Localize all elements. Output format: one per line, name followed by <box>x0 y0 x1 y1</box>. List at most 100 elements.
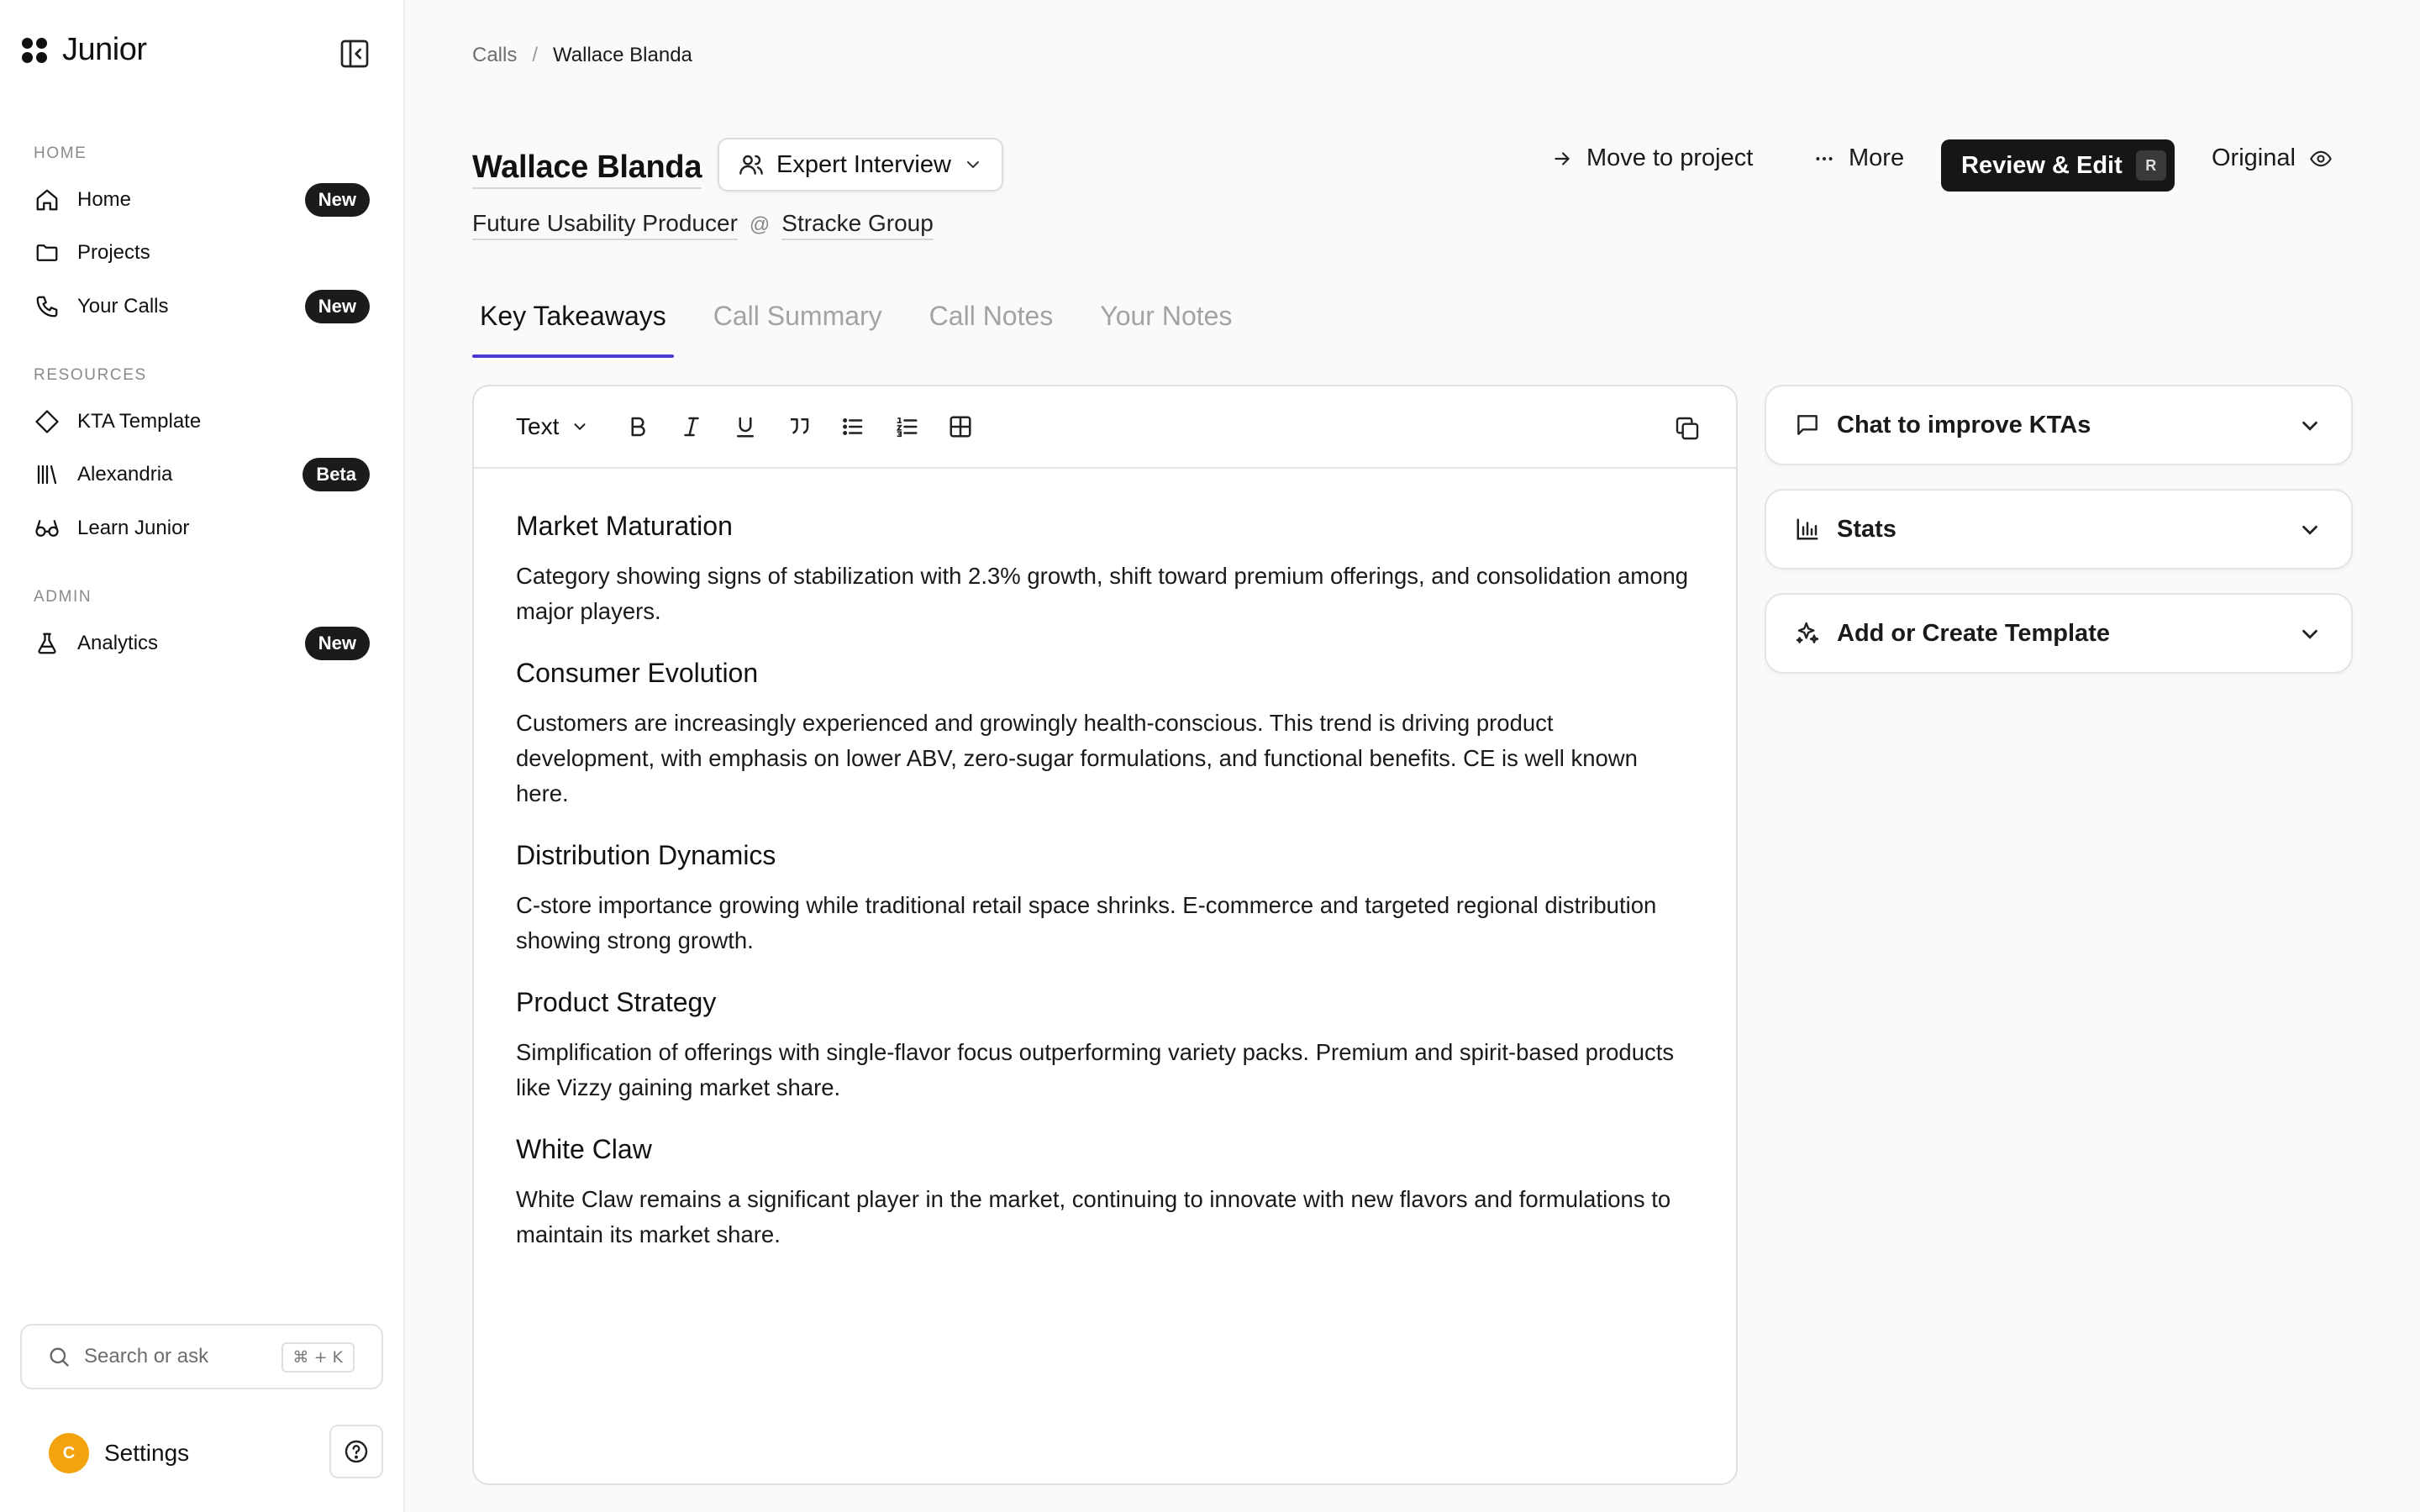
quote-button[interactable] <box>772 403 826 450</box>
review-edit-button[interactable]: Review & Edit R <box>1941 139 2175 192</box>
bullet-list-icon <box>843 418 863 435</box>
search-input[interactable]: Search or ask ⌘ + K <box>20 1324 383 1389</box>
editor-content[interactable]: Market Maturation Category showing signs… <box>474 469 1736 1252</box>
company-name[interactable]: Stracke Group <box>781 210 934 240</box>
review-shortcut: R <box>2135 150 2166 181</box>
sidebar-item-home[interactable]: Home New <box>22 176 375 223</box>
review-edit-label: Review & Edit <box>1961 151 2123 179</box>
search-placeholder: Search or ask <box>84 1345 209 1368</box>
sidebar-item-label: Analytics <box>77 632 159 654</box>
table-button[interactable] <box>934 403 987 450</box>
breadcrumb: Calls / Wallace Blanda <box>472 44 692 67</box>
panel-label: Chat to improve KTAs <box>1837 411 2091 438</box>
chevron-down-icon <box>2297 517 2323 543</box>
sidebar-item-label: Home <box>77 188 132 211</box>
bullet-list-button[interactable] <box>826 403 880 450</box>
text-style-label: Text <box>516 413 560 439</box>
section-body: Category showing signs of stabilization … <box>516 563 1689 624</box>
breadcrumb-separator: / <box>532 44 539 66</box>
stats-panel[interactable]: Stats <box>1765 489 2353 570</box>
glasses-icon <box>34 515 60 542</box>
section-body: C-store importance growing while traditi… <box>516 892 1657 953</box>
italic-icon <box>684 417 700 437</box>
chevron-down-icon <box>963 155 983 175</box>
numbered-list-icon <box>896 417 918 438</box>
sidebar-item-label: Projects <box>77 241 150 264</box>
sidebar-item-your-calls[interactable]: Your Calls New <box>22 283 375 330</box>
sidebar-item-kta-template[interactable]: KTA Template <box>22 398 375 445</box>
move-to-project-label: Move to project <box>1586 144 1754 171</box>
tab-bar: Key Takeaways Call Summary Call Notes Yo… <box>472 301 1271 358</box>
sidebar: Junior HOME Home New Projects Your Calls… <box>0 0 405 1512</box>
text-style-dropdown[interactable]: Text <box>516 413 589 440</box>
underline-button[interactable] <box>718 403 772 450</box>
bold-button[interactable] <box>611 403 665 450</box>
breadcrumb-calls-link[interactable]: Calls <box>472 44 517 67</box>
new-badge: New <box>304 183 370 217</box>
section-title-resources: RESOURCES <box>34 366 147 384</box>
bar-chart-icon <box>1793 515 1822 543</box>
chat-to-improve-panel[interactable]: Chat to improve KTAs <box>1765 385 2353 465</box>
arrow-right-icon <box>1551 148 1573 170</box>
beta-badge: Beta <box>302 458 370 491</box>
new-badge: New <box>304 290 370 323</box>
chevron-down-icon <box>2297 622 2323 647</box>
tab-call-notes[interactable]: Call Notes <box>922 301 1061 358</box>
call-type-label: Expert Interview <box>776 150 951 178</box>
kta-editor: Text Market Maturation Category showing … <box>472 385 1738 1485</box>
add-create-template-panel[interactable]: Add or Create Template <box>1765 593 2353 674</box>
sidebar-item-label: KTA Template <box>77 410 202 433</box>
section-heading: Market Maturation <box>516 511 733 541</box>
settings-button[interactable]: C Settings <box>49 1433 189 1473</box>
call-type-dropdown[interactable]: Expert Interview <box>718 138 1003 192</box>
more-button[interactable]: More <box>1813 144 1904 172</box>
diamond-icon <box>34 408 60 435</box>
section-body: Simplification of offerings with single-… <box>516 1039 1675 1100</box>
job-title[interactable]: Future Usability Producer <box>472 210 738 240</box>
bold-icon <box>631 417 646 437</box>
at-symbol: @ <box>749 213 771 236</box>
home-icon <box>34 186 60 213</box>
collapse-sidebar-icon[interactable] <box>338 37 371 71</box>
search-shortcut: ⌘ + K <box>281 1342 355 1373</box>
editor-toolbar: Text <box>474 386 1736 469</box>
page-title[interactable]: Wallace Blanda <box>472 150 702 189</box>
original-label: Original <box>2212 144 2296 171</box>
numbered-list-button[interactable] <box>880 403 934 450</box>
brand-name: Junior <box>62 32 147 67</box>
chevron-down-icon <box>2297 413 2323 438</box>
sidebar-item-alexandria[interactable]: Alexandria Beta <box>22 451 375 498</box>
help-circle-icon <box>345 1440 368 1463</box>
move-to-project-button[interactable]: Move to project <box>1551 144 1753 172</box>
folder-icon <box>34 239 60 266</box>
sidebar-item-projects[interactable]: Projects <box>22 229 375 276</box>
section-title-home: HOME <box>34 144 87 162</box>
section-title-admin: ADMIN <box>34 588 92 606</box>
sidebar-item-analytics[interactable]: Analytics New <box>22 620 375 667</box>
copy-button[interactable] <box>1664 405 1711 452</box>
table-icon <box>950 416 971 438</box>
expert-subtitle: Future Usability Producer @ Stracke Grou… <box>472 210 934 240</box>
italic-button[interactable] <box>665 403 718 450</box>
tab-your-notes[interactable]: Your Notes <box>1092 301 1239 358</box>
section-body: Customers are increasingly experienced a… <box>516 710 1638 806</box>
copy-icon <box>1676 417 1699 440</box>
section-heading: Distribution Dynamics <box>516 840 776 870</box>
eye-icon <box>2309 147 2333 171</box>
chevron-down-icon <box>571 417 589 436</box>
panel-label: Stats <box>1837 515 1897 543</box>
users-icon <box>738 151 765 178</box>
sidebar-item-learn-junior[interactable]: Learn Junior <box>22 505 375 552</box>
sidebar-item-label: Your Calls <box>77 295 169 318</box>
junior-logo-icon <box>22 37 47 63</box>
original-toggle[interactable]: Original <box>2212 144 2333 172</box>
tab-call-summary[interactable]: Call Summary <box>706 301 890 358</box>
sidebar-item-label: Learn Junior <box>77 517 190 539</box>
more-horizontal-icon <box>1813 148 1835 170</box>
section-heading: Consumer Evolution <box>516 658 759 688</box>
tab-key-takeaways[interactable]: Key Takeaways <box>472 301 674 358</box>
brand[interactable]: Junior <box>22 32 147 68</box>
more-label: More <box>1849 144 1905 171</box>
underline-icon <box>737 417 755 438</box>
help-button[interactable] <box>329 1425 383 1478</box>
